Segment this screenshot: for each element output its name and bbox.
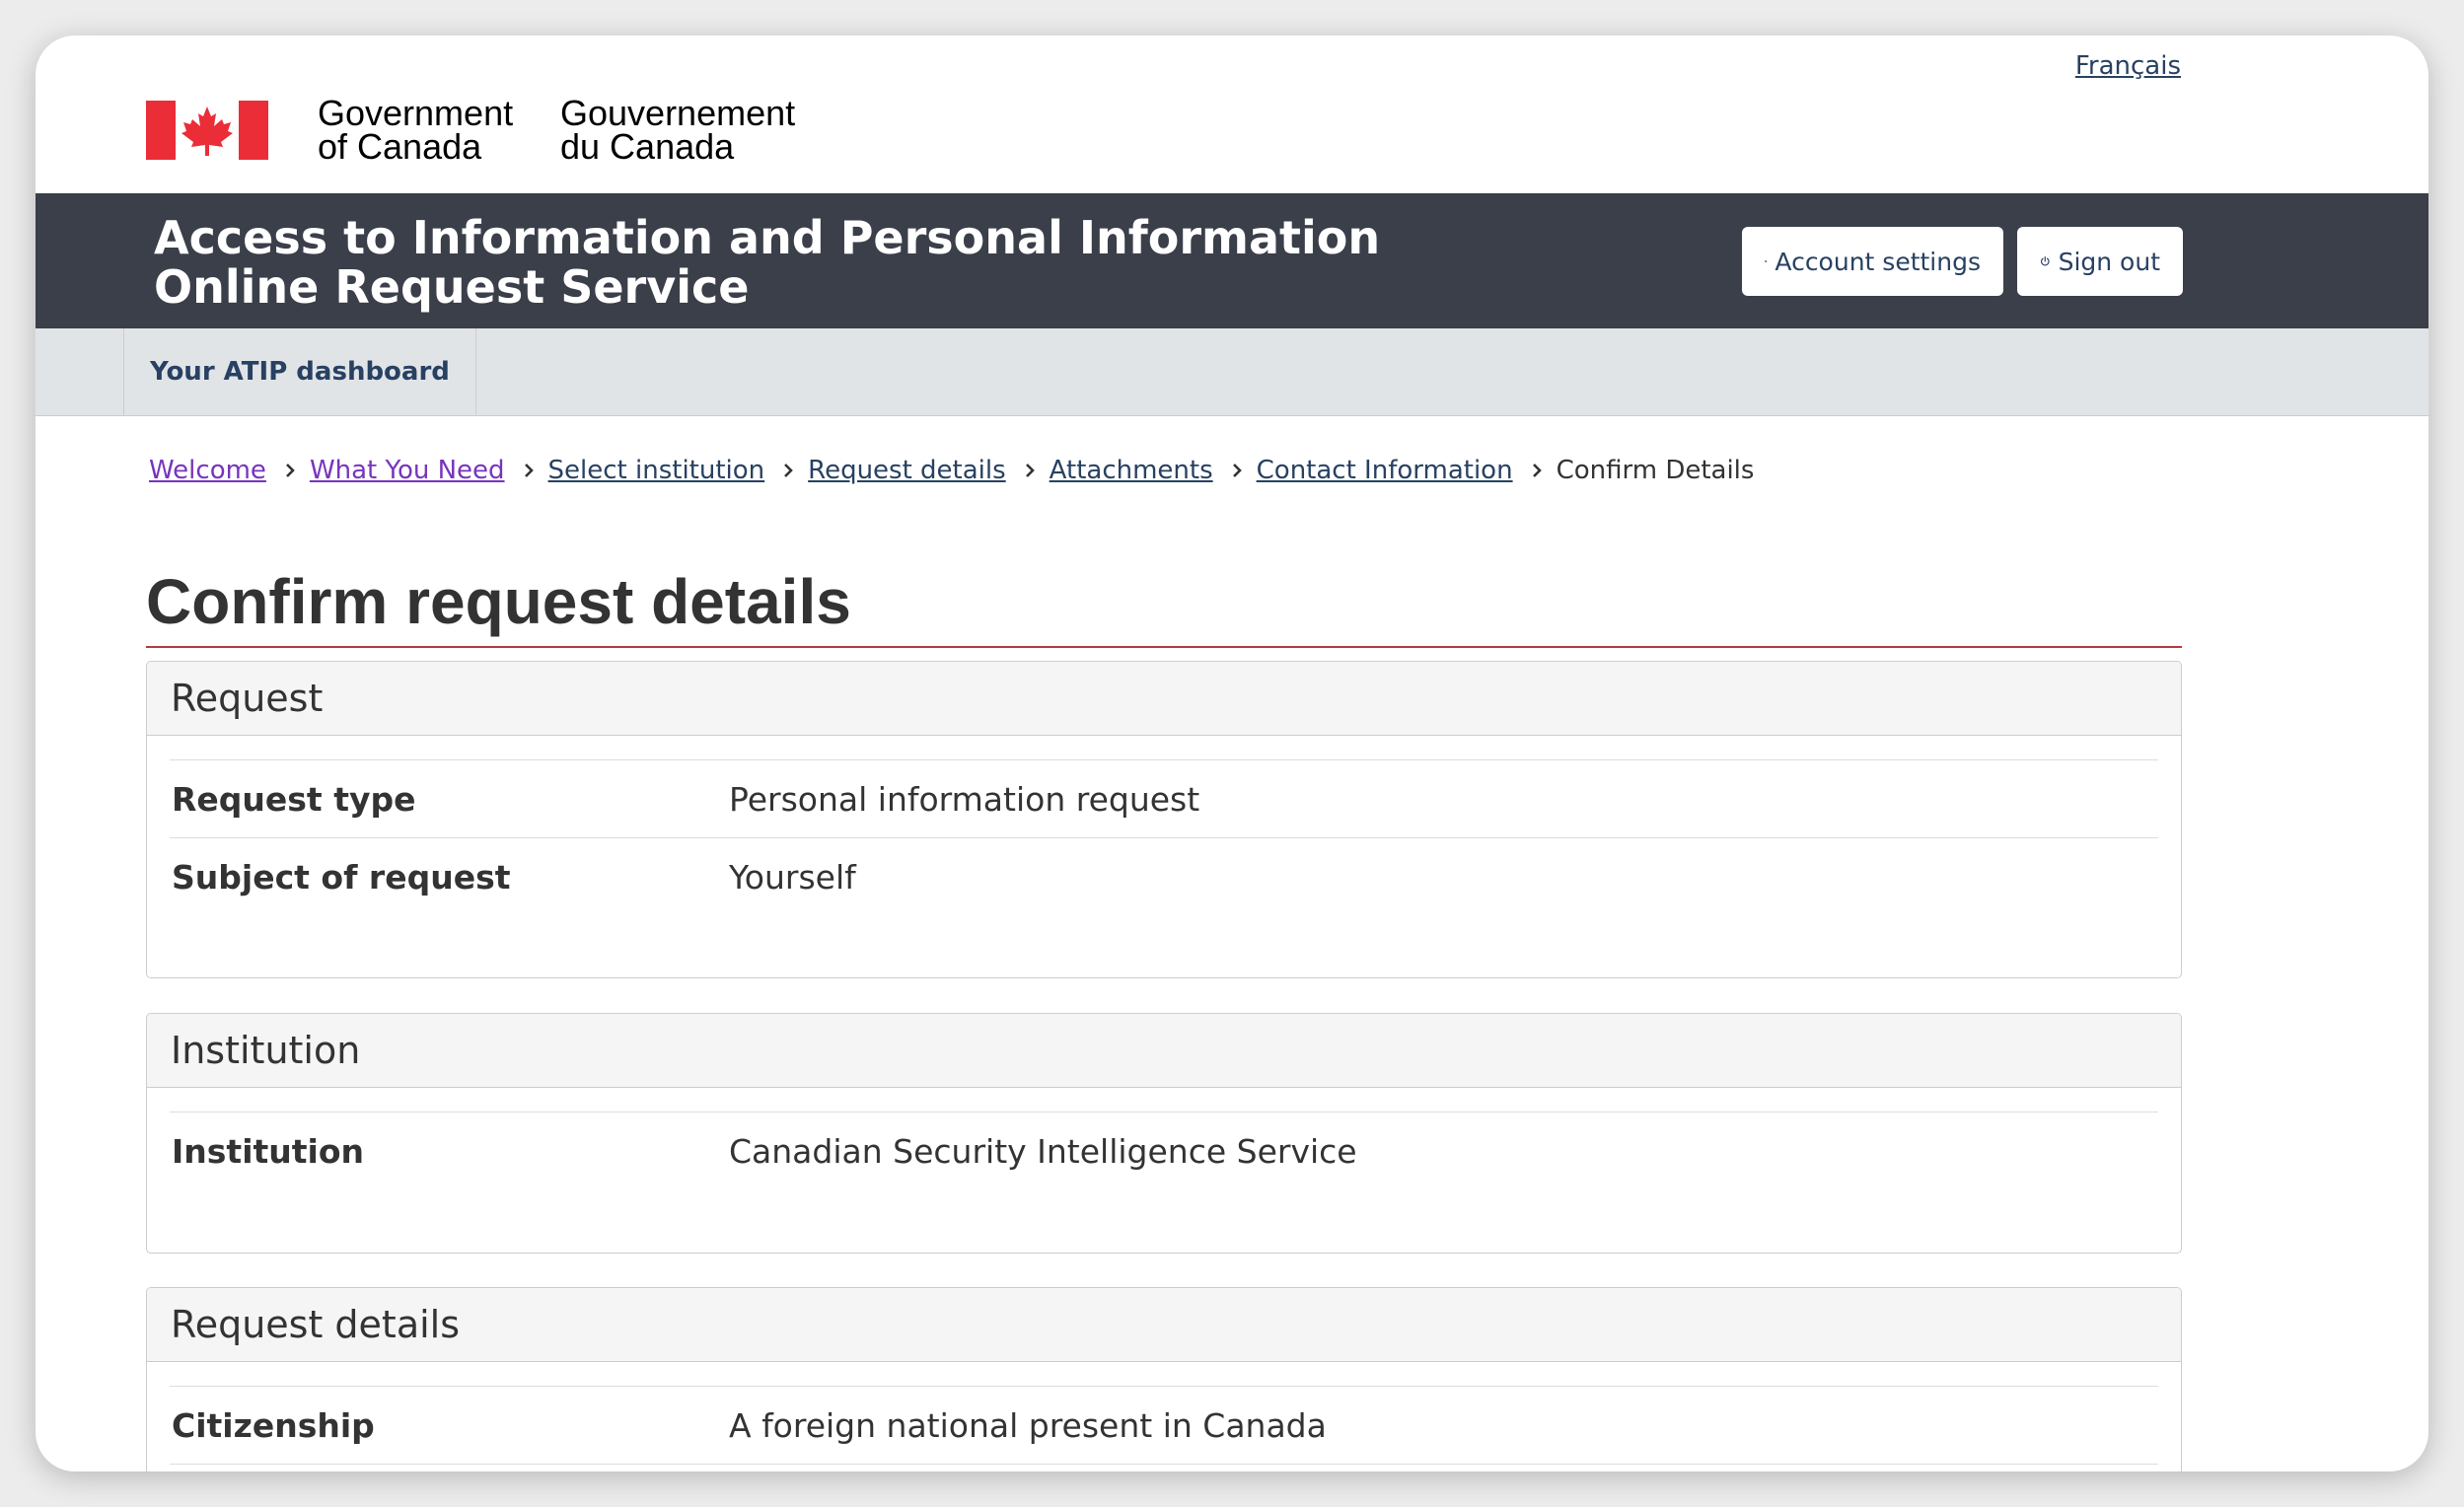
canada-flag-icon xyxy=(146,101,268,160)
signature-en-line1: Government xyxy=(318,93,514,133)
citizenship-row: Citizenship A foreign national present i… xyxy=(170,1386,2158,1465)
row-label: Institution xyxy=(172,1131,365,1171)
account-settings-label: Account settings xyxy=(1775,247,1981,276)
breadcrumb-select-institution[interactable]: Select institution xyxy=(548,456,765,485)
chevron-right-icon xyxy=(1024,463,1036,478)
gear-icon xyxy=(1765,259,1768,263)
sign-out-label: Sign out xyxy=(2058,247,2160,276)
row-value: Personal information request xyxy=(729,779,1200,819)
app-bar: Access to Information and Personal Infor… xyxy=(36,193,2428,328)
row-label: Citizenship xyxy=(172,1405,375,1445)
row-value: A foreign national present in Canada xyxy=(729,1405,1327,1445)
title-divider xyxy=(146,646,2182,648)
breadcrumb-request-details[interactable]: Request details xyxy=(808,456,1006,485)
panel-heading: Request xyxy=(147,662,2181,736)
breadcrumb-welcome[interactable]: Welcome xyxy=(149,456,266,485)
app-title: Access to Information and Personal Infor… xyxy=(154,213,1380,312)
chevron-right-icon xyxy=(1231,463,1243,478)
signature-fr-line2: du Canada xyxy=(560,126,735,167)
row-value: Yourself xyxy=(729,857,856,897)
panel-heading: Institution xyxy=(147,1014,2181,1088)
chevron-right-icon xyxy=(1531,463,1543,478)
nav-item-dashboard[interactable]: Your ATIP dashboard xyxy=(123,328,476,415)
request-panel: Request Request type Personal informatio… xyxy=(146,661,2182,978)
browser-window: Français Government of Canada Gouverneme… xyxy=(36,36,2428,1471)
breadcrumb: Welcome What You Need Select institution… xyxy=(149,456,1754,485)
row-label: Subject of request xyxy=(172,857,511,897)
main-nav: Your ATIP dashboard xyxy=(36,328,2428,416)
signature-french: Gouvernement du Canada xyxy=(560,93,796,167)
subject-of-request-row: Subject of request Yourself xyxy=(170,837,2158,915)
breadcrumb-what-you-need[interactable]: What You Need xyxy=(310,456,505,485)
chevron-right-icon xyxy=(782,463,794,478)
sign-out-button[interactable]: Sign out xyxy=(2017,227,2183,296)
institution-row: Institution Canadian Security Intelligen… xyxy=(170,1112,2158,1189)
language-toggle-link[interactable]: Français xyxy=(2075,51,2181,81)
app-title-line1: Access to Information and Personal Infor… xyxy=(154,211,1381,264)
institution-panel: Institution Institution Canadian Securit… xyxy=(146,1013,2182,1254)
request-details-panel: Request details Citizenship A foreign na… xyxy=(146,1287,2182,1471)
row-value: Canadian Security Intelligence Service xyxy=(729,1131,1357,1171)
request-type-row: Request type Personal information reques… xyxy=(170,759,2158,837)
signature-en-line2: of Canada xyxy=(318,126,482,167)
page-title: Confirm request details xyxy=(146,566,851,637)
power-icon xyxy=(2040,256,2050,266)
breadcrumb-confirm-details: Confirm Details xyxy=(1556,456,1755,485)
row-label: Request type xyxy=(172,779,416,819)
breadcrumb-contact-information[interactable]: Contact Information xyxy=(1257,456,1513,485)
chevron-right-icon xyxy=(284,463,296,478)
chevron-right-icon xyxy=(523,463,535,478)
account-settings-button[interactable]: Account settings xyxy=(1742,227,2003,296)
breadcrumb-attachments[interactable]: Attachments xyxy=(1050,456,1213,485)
signature-fr-line1: Gouvernement xyxy=(560,93,796,133)
app-title-line2: Online Request Service xyxy=(154,260,750,314)
signature-english: Government of Canada xyxy=(318,93,514,167)
panel-heading: Request details xyxy=(147,1288,2181,1362)
